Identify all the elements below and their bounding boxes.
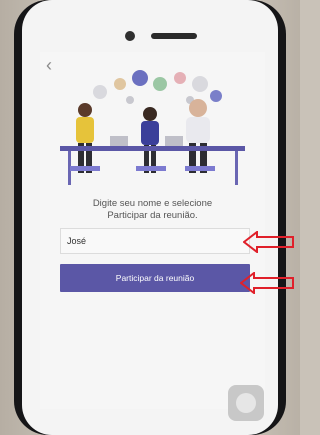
instruction-line-1: Digite seu nome e selecione: [92, 198, 213, 209]
join-meeting-button[interactable]: Participar da reunião: [60, 264, 250, 292]
front-camera: [125, 31, 135, 41]
instruction-line-2: Participar da reunião.: [107, 210, 198, 221]
earpiece-speaker: [151, 33, 197, 39]
annotation-arrow-name-field: [243, 231, 294, 253]
assistive-touch-button[interactable]: [228, 385, 264, 421]
annotation-arrow-join-button: [240, 272, 294, 294]
meeting-illustration: [60, 70, 245, 185]
name-input[interactable]: [60, 228, 250, 254]
app-screen: ‹ Digite seu nome e selecione Participar…: [40, 52, 265, 409]
instruction-text: Digite seu nome e selecione Participar d…: [60, 198, 245, 222]
